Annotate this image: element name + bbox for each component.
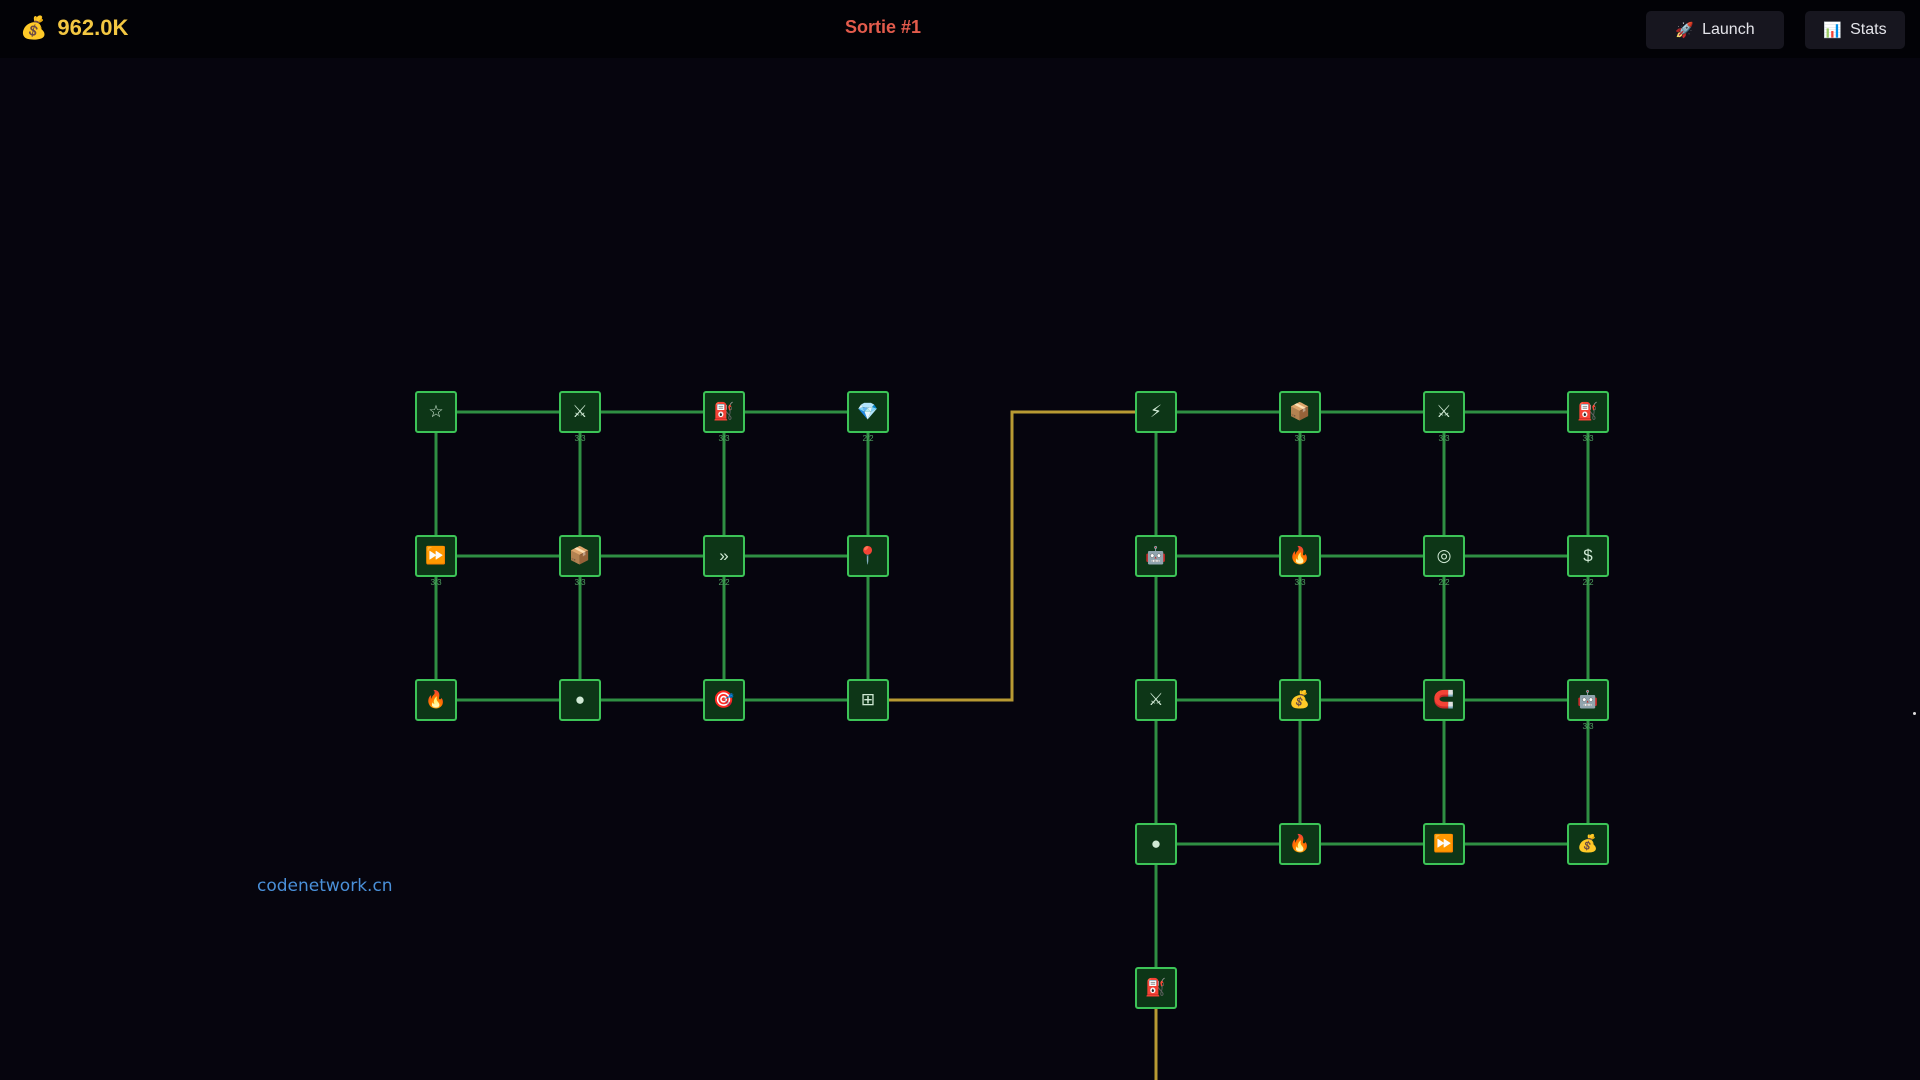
upgrade-node[interactable]: 💰 [1567, 823, 1609, 865]
upgrade-node[interactable]: ⚔ [1135, 679, 1177, 721]
upgrade-node[interactable]: ⚡ [1135, 391, 1177, 433]
magnet-icon: 🧲 [1433, 690, 1455, 709]
tree-links [434, 410, 1590, 1080]
upgrade-node[interactable]: $2/2 [1567, 535, 1609, 587]
upgrade-node[interactable]: 🤖 [1135, 535, 1177, 577]
crossed-swords-icon: ⚔ [572, 402, 588, 421]
gem-icon: 💎 [857, 402, 879, 421]
fast-forward-icon: ⏩ [1433, 834, 1455, 853]
watermark-text: codenetwork.cn [257, 876, 393, 896]
upgrade-node[interactable]: ⏩ [1423, 823, 1465, 865]
node-level-label: 3/3 [574, 578, 586, 587]
node-level-label: 3/3 [1294, 578, 1306, 587]
node-level-label: 2/2 [1582, 578, 1594, 587]
node-level-label: 2/2 [1438, 578, 1450, 587]
money-bag-icon: 💰 [1289, 690, 1311, 709]
ring-icon: ◎ [1436, 546, 1452, 565]
crossed-swords-icon: ⚔ [1436, 402, 1452, 421]
upgrade-node[interactable]: 💰 [1279, 679, 1321, 721]
upgrade-node[interactable]: ◎ 2/2 [1423, 535, 1465, 587]
upgrade-node[interactable]: 🤖 3/3 [1567, 679, 1609, 731]
node-level-label: 2/2 [862, 434, 874, 443]
grid-icon: ⊞ [860, 690, 876, 709]
upgrade-node[interactable]: ● [559, 679, 601, 721]
dot-icon: ● [574, 690, 586, 709]
money-bag-icon: 💰 [1577, 834, 1599, 853]
node-level-label: 3/3 [1582, 434, 1594, 443]
upgrade-node[interactable]: ● [1135, 823, 1177, 865]
package-icon: 📦 [569, 546, 591, 565]
active-path-link [868, 410, 1156, 702]
upgrade-node[interactable]: ⛽ [1135, 967, 1177, 1009]
dot-icon: ● [1150, 834, 1162, 853]
robot-icon: 🤖 [1577, 690, 1599, 709]
edge-dot [1913, 712, 1916, 715]
upgrade-node[interactable]: ⚔ 3/3 [1423, 391, 1465, 443]
fire-icon: 🔥 [425, 690, 447, 709]
upgrade-node[interactable]: 🎯 [703, 679, 745, 721]
upgrade-node[interactable]: 🔥 [415, 679, 457, 721]
node-level-label: 3/3 [1438, 434, 1450, 443]
node-level-label: 3/3 [574, 434, 586, 443]
node-level-label: 2/2 [718, 578, 730, 587]
pin-icon: 📍 [857, 546, 879, 565]
upgrade-node[interactable]: ⛽ 3/3 [703, 391, 745, 443]
upgrade-node[interactable]: 🧲 [1423, 679, 1465, 721]
node-level-label: 3/3 [430, 578, 442, 587]
upgrade-node[interactable]: ⊞ [847, 679, 889, 721]
upgrade-node[interactable]: » 2/2 [703, 535, 745, 587]
upgrade-node[interactable]: ⏩ 3/3 [415, 535, 457, 587]
upgrade-node[interactable]: 📦 3/3 [1279, 391, 1321, 443]
dollar-icon: $ [1583, 546, 1593, 565]
robot-icon: 🤖 [1145, 546, 1167, 565]
node-level-label: 3/3 [718, 434, 730, 443]
star-icon: ☆ [428, 402, 444, 421]
upgrade-node[interactable]: 🔥 3/3 [1279, 535, 1321, 587]
upgrade-tree: ☆ ⚔ 3/3 ⛽ 3/3 💎 2/2 ⏩ 3/3 📦 3/3» 2/2 📍 🔥 ● 🎯 ⊞ ⚡ 📦 3/3 ⚔ 3/3 ⛽… [0, 0, 1920, 1080]
double-chevron-icon: » [719, 546, 729, 565]
upgrade-node[interactable]: 📦 3/3 [559, 535, 601, 587]
fuel-pump-icon: ⛽ [713, 402, 735, 421]
fire-icon: 🔥 [1289, 546, 1311, 565]
fuel-pump-icon: ⛽ [1145, 978, 1167, 997]
fuel-pump-icon: ⛽ [1577, 402, 1599, 421]
crossed-swords-icon: ⚔ [1148, 690, 1164, 709]
upgrade-node[interactable]: ☆ [415, 391, 457, 433]
upgrade-node[interactable]: ⛽ 3/3 [1567, 391, 1609, 443]
upgrade-node[interactable]: 🔥 [1279, 823, 1321, 865]
node-level-label: 3/3 [1294, 434, 1306, 443]
fire-icon: 🔥 [1289, 834, 1311, 853]
upgrade-node[interactable]: 📍 [847, 535, 889, 577]
node-level-label: 3/3 [1582, 722, 1594, 731]
package-icon: 📦 [1289, 402, 1311, 421]
upgrade-node[interactable]: 💎 2/2 [847, 391, 889, 443]
lightning-icon: ⚡ [1150, 402, 1162, 421]
target-icon: 🎯 [713, 690, 735, 709]
upgrade-node[interactable]: ⚔ 3/3 [559, 391, 601, 443]
fast-forward-icon: ⏩ [425, 546, 447, 565]
